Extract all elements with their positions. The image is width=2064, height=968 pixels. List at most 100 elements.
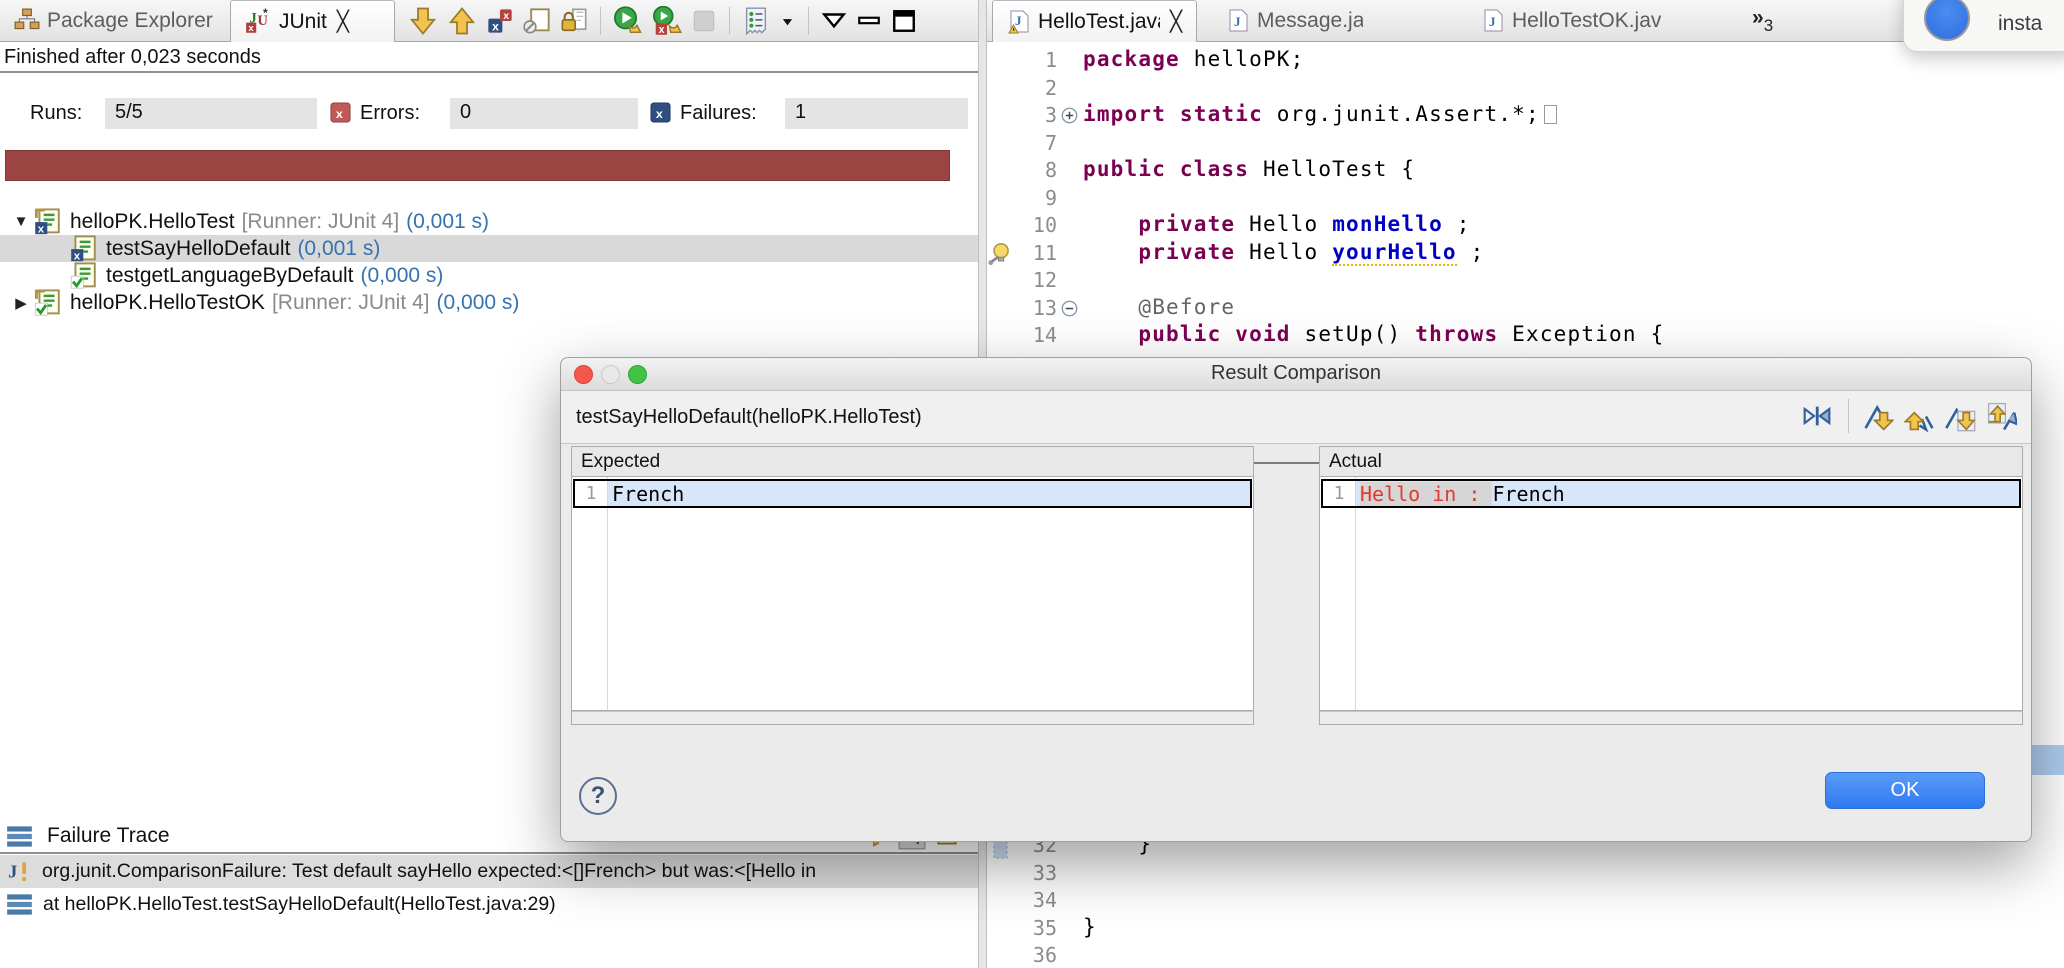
test-result-tree[interactable]: ▼ xhelloPK.HelloTest[Runner: JUnit 4](0,… bbox=[0, 208, 978, 316]
view-tab-package-explorer[interactable]: Package Explorer bbox=[0, 0, 230, 41]
code-line-8[interactable]: 8public class HelloTest { bbox=[987, 157, 2064, 185]
actual-diff-row[interactable]: 1 Hello in : French bbox=[1321, 479, 2021, 508]
test-name: helloPK.HelloTest bbox=[70, 210, 235, 234]
expected-line-number: 1 bbox=[575, 481, 608, 506]
code-line-3[interactable]: 3import static org.junit.Assert.*; bbox=[987, 102, 2064, 130]
previous-change-icon[interactable] bbox=[1986, 401, 2017, 432]
fold-plus-icon[interactable] bbox=[1061, 107, 1078, 124]
code-line-35[interactable]: 35} bbox=[987, 915, 2064, 943]
svg-text:J: J bbox=[1234, 14, 1241, 29]
maximize-icon bbox=[891, 8, 917, 34]
actual-hscrollbar[interactable] bbox=[1319, 711, 2023, 725]
minimize-icon[interactable] bbox=[856, 4, 882, 38]
java-file-icon: J bbox=[1481, 9, 1505, 33]
expected-diff-row[interactable]: 1 French bbox=[573, 479, 1252, 508]
view-tab-junit[interactable]: JU*xJUnit╳ bbox=[230, 0, 395, 42]
svg-text:x: x bbox=[503, 10, 509, 22]
failures-value: 1 bbox=[785, 98, 968, 129]
code-line-13[interactable]: 13 @Before bbox=[987, 295, 2064, 323]
dropdown-caret[interactable] bbox=[779, 4, 796, 38]
view-menu-icon[interactable] bbox=[821, 4, 847, 38]
rerun-failed-tests-icon[interactable]: x bbox=[652, 4, 682, 38]
failure-trace-line[interactable]: at helloPK.HelloTest.testSayHelloDefault… bbox=[0, 888, 978, 921]
code-line-11[interactable]: 11 private Hello yourHello ; bbox=[987, 240, 2064, 268]
test-elapsed-time: (0,000 s) bbox=[361, 264, 444, 288]
code-line-7[interactable]: 7 bbox=[987, 130, 2064, 158]
test-runner-label: [Runner: JUnit 4] bbox=[272, 291, 430, 315]
code-line-1[interactable]: 1package helloPK; bbox=[987, 47, 2064, 75]
code-line-10[interactable]: 10 private Hello monHello ; bbox=[987, 212, 2064, 240]
line-number: 13 bbox=[1001, 296, 1057, 320]
test-failed-icon: x bbox=[70, 234, 99, 263]
editor-tab-hellotestok-jav[interactable]: JHelloTestOK.jav bbox=[1467, 0, 1692, 41]
help-button[interactable]: ? bbox=[579, 777, 617, 815]
line-number: 8 bbox=[1001, 158, 1057, 182]
tree-expander-expanded-icon[interactable]: ▼ bbox=[8, 213, 34, 230]
line-number: 10 bbox=[1001, 213, 1057, 237]
notification-popup[interactable]: insta bbox=[1903, 0, 2064, 52]
test-suite-ok-icon bbox=[34, 288, 63, 317]
code-lines-top[interactable]: 1package helloPK;23import static org.jun… bbox=[987, 47, 2064, 350]
swap-panes-icon[interactable] bbox=[1800, 399, 1834, 433]
expected-pane[interactable]: 1 French bbox=[571, 477, 1254, 711]
test-elapsed-time: (0,001 s) bbox=[406, 210, 489, 234]
more-editors-chevron[interactable]: »3 bbox=[1752, 6, 1773, 36]
next-change-icon[interactable] bbox=[1945, 401, 1976, 432]
test-name: testSayHelloDefault bbox=[106, 237, 290, 261]
code-text: import static org.junit.Assert.*; bbox=[1083, 102, 1557, 126]
separator-line bbox=[0, 71, 978, 73]
editor-tab-hellotest-java[interactable]: JHelloTest.java╳ bbox=[992, 0, 1197, 42]
show-failures-only-icon[interactable]: xx bbox=[486, 4, 514, 38]
actual-pane[interactable]: 1 Hello in : French bbox=[1319, 477, 2023, 711]
actual-pane-header: Actual bbox=[1319, 446, 2023, 477]
code-lines-bottom[interactable]: 32 }333435}36 bbox=[987, 832, 2064, 968]
maximize-icon[interactable] bbox=[891, 4, 917, 38]
actual-same-text: French bbox=[1492, 482, 1564, 506]
test-suite-failed-icon: x bbox=[34, 207, 63, 236]
code-line-9[interactable]: 9 bbox=[987, 185, 2064, 213]
previous-failed-test-icon[interactable] bbox=[447, 4, 477, 38]
ok-button[interactable]: OK bbox=[1825, 772, 1985, 809]
test-tree-item-testgetlanguagebydefault[interactable]: testgetLanguageByDefault(0,000 s) bbox=[0, 262, 978, 289]
previous-difference-icon[interactable] bbox=[1904, 401, 1935, 432]
tree-expander-collapsed-icon[interactable]: ▶ bbox=[8, 294, 34, 312]
line-number: 12 bbox=[1001, 268, 1057, 292]
rerun-failed-tests-icon: x bbox=[652, 6, 682, 36]
runs-label: Runs: bbox=[30, 102, 82, 125]
code-text: package helloPK; bbox=[1083, 47, 1305, 71]
scroll-lock-icon bbox=[560, 7, 588, 35]
code-line-33[interactable]: 33 bbox=[987, 860, 2064, 888]
show-skipped-tests-icon[interactable] bbox=[523, 4, 551, 38]
line-number: 9 bbox=[1001, 186, 1057, 210]
next-failed-test-icon[interactable] bbox=[408, 4, 438, 38]
close-editor-icon[interactable]: ╳ bbox=[1170, 9, 1182, 34]
folded-region-box[interactable] bbox=[1544, 105, 1557, 124]
code-text: public void setUp() throws Exception { bbox=[1083, 322, 1664, 346]
code-line-14[interactable]: 14 public void setUp() throws Exception … bbox=[987, 322, 2064, 350]
test-elapsed-time: (0,000 s) bbox=[437, 291, 520, 315]
dialog-titlebar[interactable]: Result Comparison bbox=[561, 358, 2031, 391]
separator-line bbox=[0, 852, 978, 854]
test-run-history-icon[interactable] bbox=[742, 4, 770, 38]
compare-toolbar bbox=[1800, 399, 2017, 433]
code-line-34[interactable]: 34 bbox=[987, 887, 2064, 915]
test-tree-item-testsayhellodefault[interactable]: xtestSayHelloDefault(0,001 s) bbox=[0, 235, 978, 262]
rerun-tests-icon[interactable] bbox=[613, 4, 643, 38]
test-tree-item-hellopk-hellotest[interactable]: ▼ xhelloPK.HelloTest[Runner: JUnit 4](0,… bbox=[0, 208, 978, 235]
expected-hscrollbar[interactable] bbox=[571, 711, 1254, 725]
code-line-2[interactable]: 2 bbox=[987, 75, 2064, 103]
rerun-tests-icon bbox=[613, 6, 643, 36]
fold-minus-icon[interactable] bbox=[1061, 300, 1078, 317]
code-line-12[interactable]: 12 bbox=[987, 267, 2064, 295]
editor-tab-message-java[interactable]: JMessage.java bbox=[1212, 0, 1377, 41]
test-tree-item-hellopk-hellotestok[interactable]: ▶ helloPK.HelloTestOK[Runner: JUnit 4](0… bbox=[0, 289, 978, 316]
next-difference-icon[interactable] bbox=[1863, 401, 1894, 432]
code-line-36[interactable]: 36 bbox=[987, 942, 2064, 968]
close-tab-icon[interactable]: ╳ bbox=[337, 9, 349, 34]
scroll-lock-icon[interactable] bbox=[560, 4, 588, 38]
notification-text: insta bbox=[1998, 12, 2042, 36]
failure-trace-line[interactable]: Jorg.junit.ComparisonFailure: Test defau… bbox=[0, 855, 978, 888]
dialog-title: Result Comparison bbox=[561, 362, 2031, 385]
compared-test-name: testSayHelloDefault(helloPK.HelloTest) bbox=[576, 406, 922, 429]
test-counters: Runs: 5/5 x Errors: 0 x Failures: 1 bbox=[0, 98, 978, 132]
